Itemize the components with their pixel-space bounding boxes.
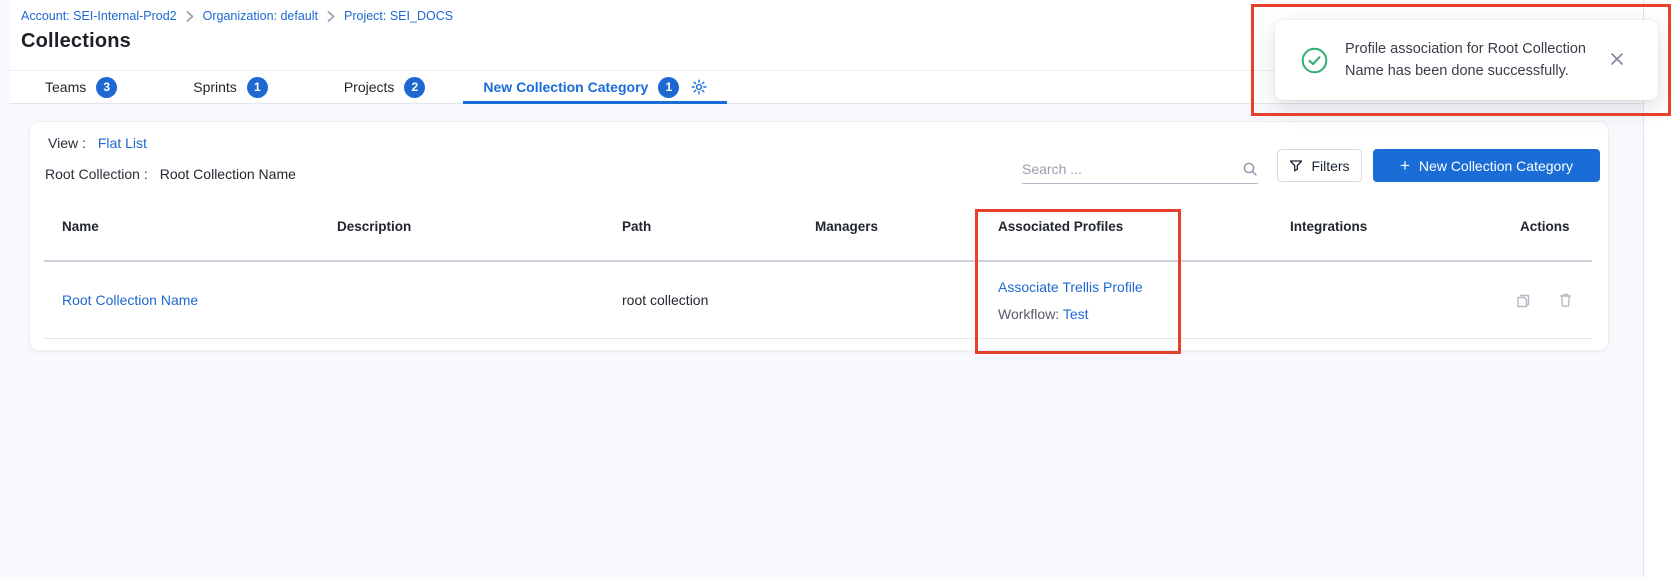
breadcrumb-organization-link[interactable]: Organization: default bbox=[203, 9, 318, 23]
column-header-associated-profiles: Associated Profiles bbox=[998, 219, 1290, 234]
collections-page: Account: SEI-Internal-Prod2 Organization… bbox=[0, 0, 1678, 577]
root-collection-value: Root Collection Name bbox=[160, 166, 296, 182]
cell-actions bbox=[1514, 291, 1592, 309]
tab-count-badge: 3 bbox=[96, 77, 117, 98]
column-header-description: Description bbox=[337, 219, 622, 234]
close-icon bbox=[1610, 52, 1624, 66]
tab-label: Projects bbox=[344, 79, 395, 95]
view-selector: View : Flat List bbox=[48, 135, 147, 151]
tab-new-collection-category[interactable]: New Collection Category 1 bbox=[463, 71, 727, 103]
table-row-divider bbox=[44, 338, 1592, 339]
filters-button-label: Filters bbox=[1311, 158, 1349, 174]
success-check-icon bbox=[1301, 47, 1328, 74]
trash-icon bbox=[1557, 291, 1574, 309]
content-card: View : Flat List Root Collection : Root … bbox=[30, 122, 1608, 350]
tab-count-badge: 1 bbox=[247, 77, 268, 98]
tab-label: Sprints bbox=[193, 79, 237, 95]
toast-message-line1: Profile association for Root Collection bbox=[1345, 38, 1600, 60]
tab-sprints[interactable]: Sprints 1 bbox=[155, 71, 306, 103]
toast-close-button[interactable] bbox=[1610, 52, 1624, 66]
table-header-row: Name Description Path Managers Associate… bbox=[44, 219, 1592, 234]
filter-funnel-icon bbox=[1289, 159, 1303, 173]
column-header-managers: Managers bbox=[815, 219, 998, 234]
tab-count-badge: 1 bbox=[658, 77, 679, 98]
workflow-test-link[interactable]: Test bbox=[1063, 306, 1089, 322]
workflow-label: Workflow: bbox=[998, 306, 1059, 322]
tab-label: Teams bbox=[45, 79, 86, 95]
search-icon[interactable] bbox=[1242, 161, 1258, 177]
delete-button[interactable] bbox=[1557, 291, 1574, 309]
breadcrumb-account-link[interactable]: Account: SEI-Internal-Prod2 bbox=[21, 9, 177, 23]
gear-icon[interactable] bbox=[691, 79, 707, 95]
table-row: Root Collection Name root collection Ass… bbox=[44, 262, 1592, 338]
breadcrumb-project-link[interactable]: Project: SEI_DOCS bbox=[344, 9, 453, 23]
root-collection-label: Root Collection : bbox=[45, 166, 148, 182]
tab-teams[interactable]: Teams 3 bbox=[45, 71, 155, 103]
chevron-right-icon bbox=[327, 11, 335, 22]
column-header-path: Path bbox=[622, 219, 815, 234]
collection-name-link[interactable]: Root Collection Name bbox=[62, 292, 198, 308]
success-toast: Profile association for Root Collection … bbox=[1275, 20, 1658, 100]
toast-message: Profile association for Root Collection … bbox=[1345, 38, 1600, 82]
plus-icon: + bbox=[1400, 157, 1410, 174]
view-label: View : bbox=[48, 135, 86, 151]
workflow-line: Workflow: Test bbox=[998, 306, 1290, 322]
copy-button[interactable] bbox=[1514, 291, 1532, 309]
copy-icon bbox=[1514, 291, 1532, 309]
chevron-right-icon bbox=[186, 11, 194, 22]
search-field bbox=[1022, 154, 1258, 184]
column-header-actions: Actions bbox=[1520, 219, 1592, 234]
tab-count-badge: 2 bbox=[404, 77, 425, 98]
filters-button[interactable]: Filters bbox=[1277, 149, 1362, 182]
view-flat-list-link[interactable]: Flat List bbox=[98, 135, 147, 151]
root-collection-line: Root Collection : Root Collection Name bbox=[45, 166, 296, 182]
toast-message-line2: Name has been done successfully. bbox=[1345, 60, 1600, 82]
tab-label: New Collection Category bbox=[483, 79, 648, 95]
associate-trellis-profile-link[interactable]: Associate Trellis Profile bbox=[998, 279, 1290, 295]
cell-path: root collection bbox=[622, 292, 815, 308]
column-header-integrations: Integrations bbox=[1290, 219, 1520, 234]
search-input[interactable] bbox=[1022, 161, 1242, 177]
new-collection-category-button[interactable]: + New Collection Category bbox=[1373, 149, 1600, 182]
column-header-name: Name bbox=[44, 219, 337, 234]
new-collection-category-button-label: New Collection Category bbox=[1419, 158, 1573, 174]
page-title: Collections bbox=[21, 30, 131, 53]
cell-associated-profiles: Associate Trellis Profile Workflow: Test bbox=[998, 262, 1290, 338]
breadcrumb: Account: SEI-Internal-Prod2 Organization… bbox=[21, 9, 453, 23]
tab-projects[interactable]: Projects 2 bbox=[306, 71, 464, 103]
